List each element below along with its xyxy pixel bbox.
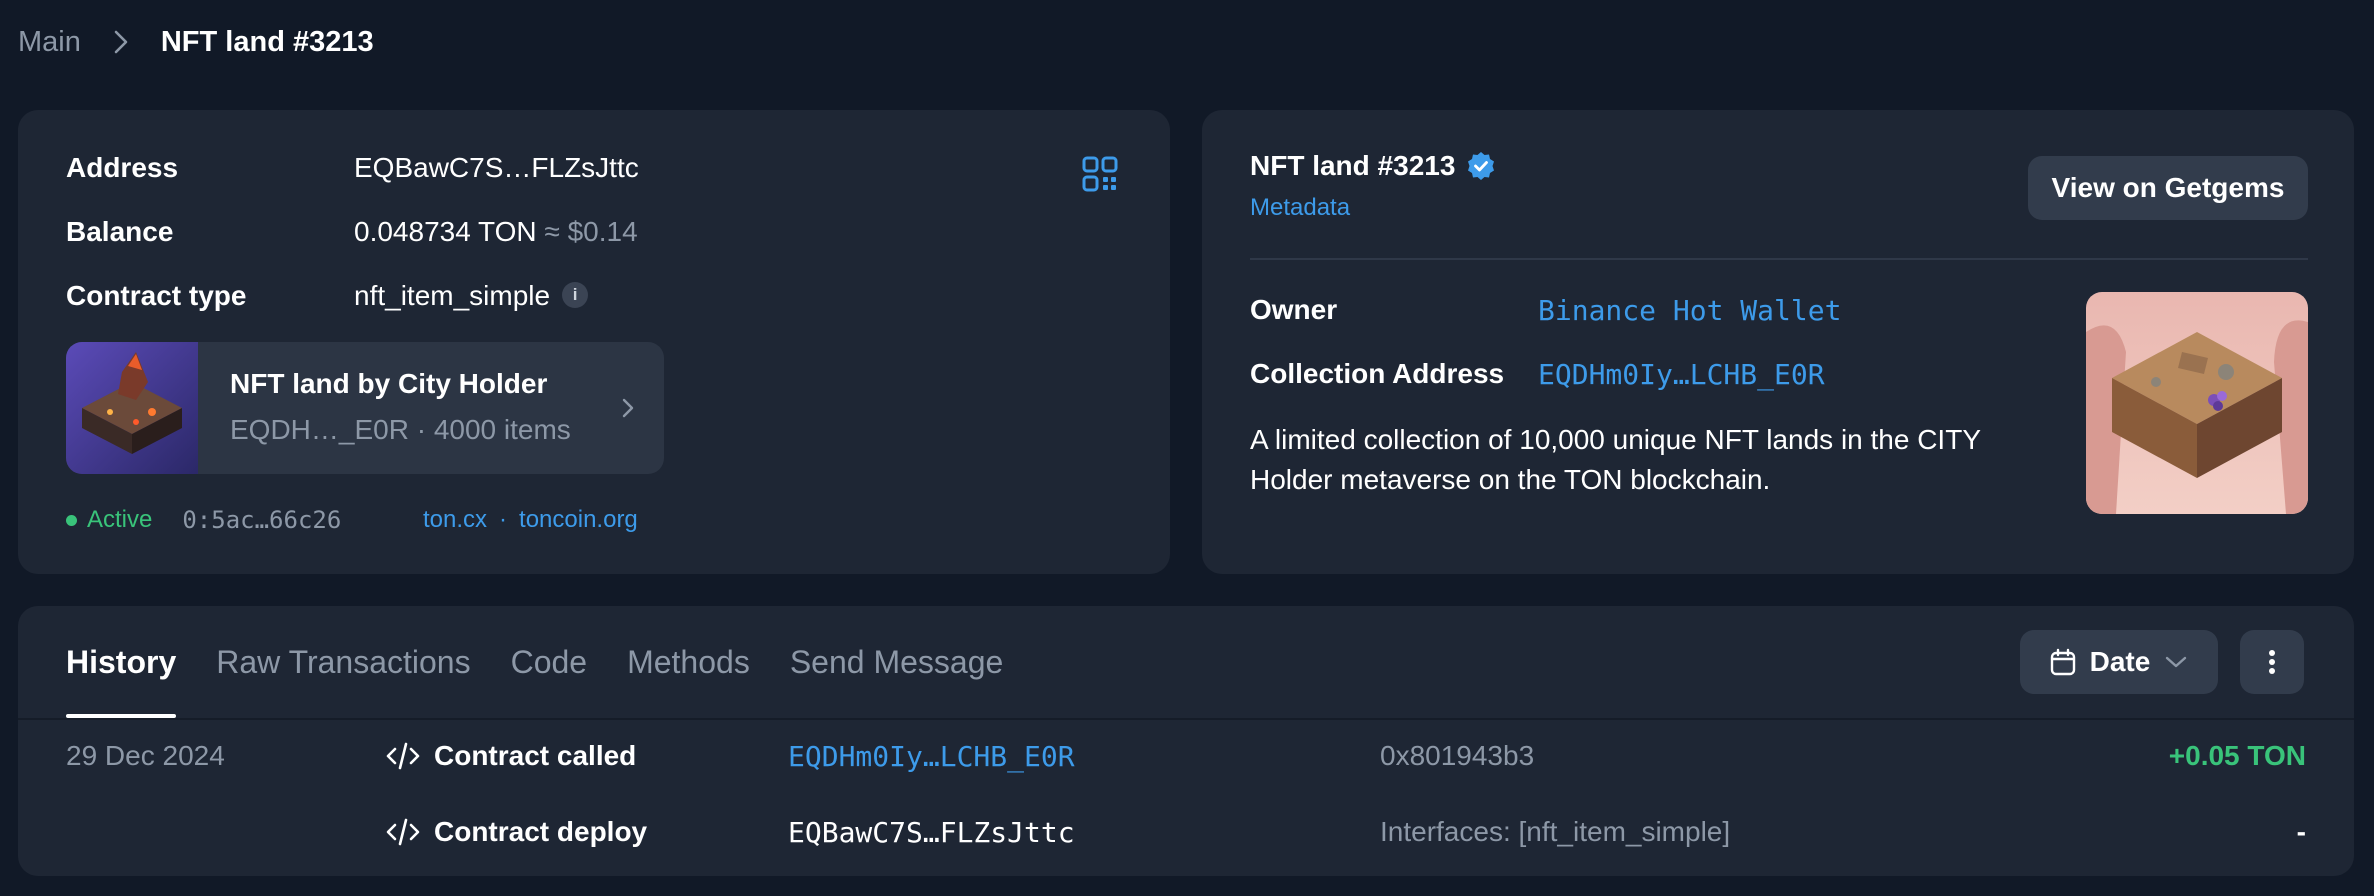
tx-detail: Interfaces: [nft_item_simple] [1380, 816, 1731, 847]
code-icon [386, 742, 420, 770]
tx-address[interactable]: EQBawC7S…FLZsJttc [788, 816, 1075, 849]
breadcrumb: Main NFT land #3213 [18, 22, 374, 62]
nft-title: NFT land #3213 [1250, 150, 1456, 181]
tx-amount: - [2296, 816, 2306, 847]
tab-history[interactable]: History [66, 606, 177, 718]
nft-image[interactable] [2086, 292, 2308, 514]
tx-action: Contract called [386, 740, 636, 772]
tx-address-link[interactable]: EQDHm0Iy…LCHB_E0R [788, 740, 1075, 773]
collection-subtitle: EQDH…_E0R · 4000 items [230, 414, 571, 445]
owner-link[interactable]: Binance Hot Wallet [1538, 294, 1841, 327]
tx-amount: +0.05 TON [2168, 740, 2306, 771]
collection-address-link[interactable]: EQDHm0Iy…LCHB_E0R [1538, 358, 1825, 391]
breadcrumb-main-link[interactable]: Main [18, 26, 81, 59]
status-row: Active 0:5ac…66c26 [66, 502, 341, 538]
collection-card[interactable]: NFT land by City Holder EQDH…_E0R · 4000… [66, 342, 664, 474]
date-filter-button[interactable]: Date [2020, 630, 2218, 694]
status-badge: Active [87, 506, 153, 533]
balance-value-group: 0.048734 TON ≈ $0.14 [354, 216, 638, 248]
tx-date: 29 Dec 2024 [66, 740, 225, 771]
raw-address[interactable]: 0:5ac…66c26 [182, 506, 341, 534]
date-filter-label: Date [2089, 646, 2151, 677]
code-icon [386, 818, 420, 846]
balance-label: Balance [66, 216, 174, 247]
nft-title-row: NFT land #3213 [1250, 150, 1497, 182]
balance-value: 0.048734 TON [354, 216, 537, 247]
address-label: Address [66, 152, 179, 183]
chevron-down-icon [2164, 655, 2188, 669]
explorer-links: ton.cx · toncoin.org [423, 502, 638, 538]
chevron-right-icon [614, 394, 642, 422]
contract-type-label: Contract type [66, 280, 247, 311]
address-value[interactable]: EQBawC7S…FLZsJttc [354, 152, 639, 184]
collection-address-label: Collection Address [1250, 358, 1505, 389]
nft-info-card: NFT land #3213 Metadata View on Getgems … [1202, 110, 2354, 574]
more-vertical-icon [2268, 649, 2276, 675]
links-separator: · [499, 506, 508, 533]
collection-title: NFT land by City Holder [230, 368, 548, 399]
tab-bar: History Raw Transactions Code Methods Se… [66, 606, 1043, 718]
link-toncoin-org[interactable]: toncoin.org [519, 506, 638, 534]
tab-code[interactable]: Code [511, 606, 588, 718]
more-options-button[interactable] [2240, 630, 2304, 694]
view-on-getgems-button[interactable]: View on Getgems [2028, 156, 2308, 220]
tx-action: Contract deploy [386, 816, 647, 848]
contract-type-group: nft_item_simple i [354, 280, 589, 312]
tx-action-label: Contract called [434, 740, 637, 771]
chevron-right-icon [103, 27, 139, 57]
account-info-card: Address EQBawC7S…FLZsJttc Balance 0.0487… [18, 110, 1170, 574]
nft-description: A limited collection of 10,000 unique NF… [1250, 424, 1981, 495]
tab-send-message[interactable]: Send Message [790, 606, 1003, 718]
tab-raw-transactions[interactable]: Raw Transactions [216, 606, 470, 718]
contract-type-value: nft_item_simple [354, 280, 551, 311]
collection-thumbnail [66, 342, 198, 474]
table-row[interactable]: Contract deploy EQBawC7S…FLZsJttc Interf… [18, 796, 2354, 872]
tab-methods[interactable]: Methods [627, 606, 750, 718]
tx-detail: 0x801943b3 [1380, 740, 1535, 771]
qr-code-icon[interactable] [1082, 156, 1118, 192]
table-row[interactable]: 29 Dec 2024 Contract called EQDHm0Iy…LCH… [18, 720, 2354, 796]
owner-label: Owner [1250, 294, 1338, 325]
balance-fiat: ≈ $0.14 [544, 216, 638, 247]
info-icon[interactable]: i [562, 281, 589, 308]
status-dot [66, 514, 77, 526]
calendar-icon [2050, 648, 2076, 676]
link-tonc-cx[interactable]: ton.cx [423, 506, 487, 534]
breadcrumb-current: NFT land #3213 [160, 25, 374, 58]
metadata-link[interactable]: Metadata [1250, 194, 1350, 222]
tx-action-label: Contract deploy [434, 816, 648, 847]
history-card: History Raw Transactions Code Methods Se… [18, 606, 2354, 876]
verified-badge-icon [1465, 150, 1497, 182]
divider [1250, 258, 2308, 260]
